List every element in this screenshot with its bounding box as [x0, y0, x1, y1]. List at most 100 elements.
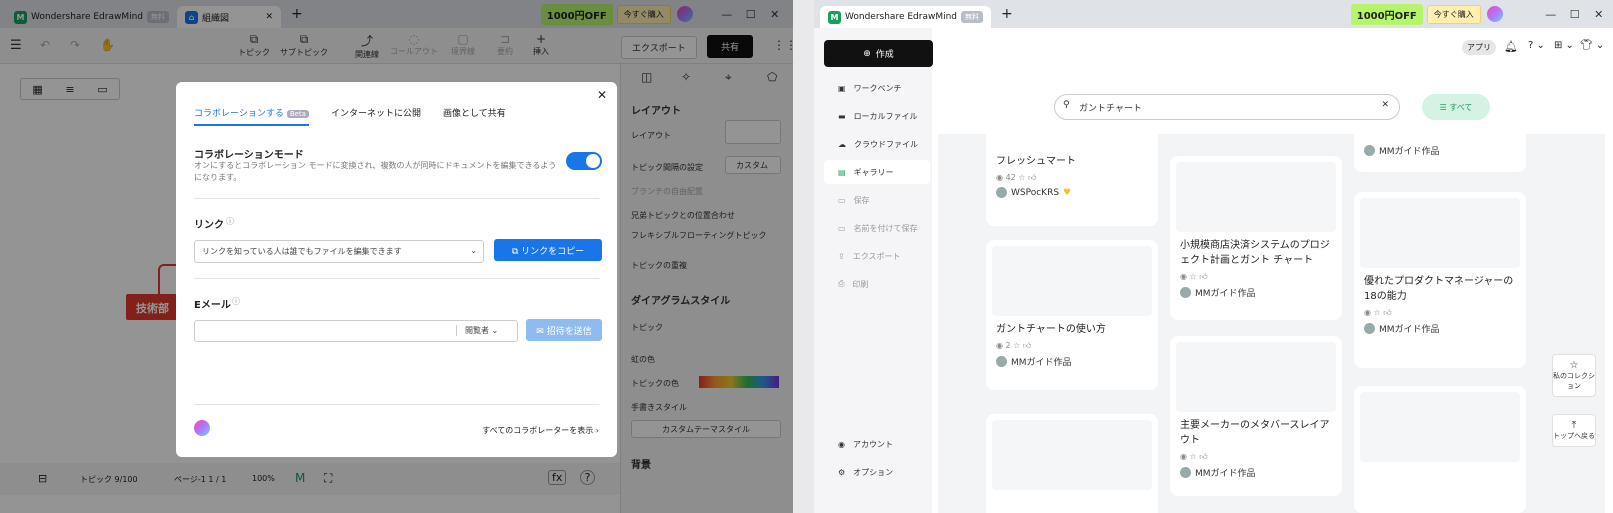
maximize-icon[interactable]: ☐	[1563, 8, 1587, 21]
author-name: MMガイド作品	[1011, 358, 1072, 368]
beta-badge: Beta	[286, 110, 309, 118]
search-input[interactable]: ⚲ ガントチャート ✕	[1054, 94, 1400, 120]
bell-icon[interactable]: 🔔︎	[1504, 40, 1518, 53]
search-value: ガントチャート	[1079, 104, 1142, 114]
email-title: Eメール	[194, 300, 231, 311]
sidebar-item-options[interactable]: ⚙ オプション	[824, 460, 930, 484]
card-thumbnail	[1176, 162, 1336, 232]
create-label: 作成	[875, 50, 894, 60]
new-tab-icon[interactable]: +	[1001, 6, 1013, 22]
save-as-icon: ▭	[838, 223, 846, 233]
sidebar-item-export[interactable]: ⇪ エクスポート	[824, 244, 930, 268]
sidebar-item-save-as[interactable]: ▭ 名前を付けて保存	[824, 216, 930, 240]
sidebar-item-label: アカウント	[852, 439, 893, 449]
collab-toggle[interactable]	[566, 152, 602, 170]
print-icon: ⎙	[838, 279, 845, 288]
show-all-collaborators-link[interactable]: すべてのコラボレーターを表示 ›	[482, 425, 599, 436]
role-value: 閲覧者	[465, 326, 489, 335]
card-author: MMガイド作品	[1364, 144, 1516, 157]
create-button[interactable]: ⊕ 作成	[824, 40, 933, 67]
author-avatar	[996, 356, 1007, 367]
template-card[interactable]	[1354, 386, 1526, 513]
sidebar-item-gallery[interactable]: ▤ ギャラリー	[824, 160, 930, 184]
author-name: MMガイド作品	[1379, 147, 1440, 157]
filter-all-button[interactable]: ☰ すべて	[1422, 94, 1490, 120]
template-card[interactable]	[986, 414, 1158, 513]
apps-button[interactable]: アプリ	[1462, 40, 1496, 55]
back-to-top-label: トップへ戻る	[1553, 432, 1595, 440]
author-name: MMガイド作品	[1379, 325, 1440, 335]
card-title: ガントチャートの使い方	[996, 324, 1106, 335]
card-thumbnail	[1360, 392, 1520, 462]
envelope-icon: ✉	[536, 327, 547, 337]
app-tab[interactable]: M Wondershare EdrawMind 無料	[820, 6, 991, 28]
sidebar-item-workbench[interactable]: ▣ ワークベンチ	[824, 76, 930, 100]
grid-icon[interactable]: ⊞ ⌄	[1554, 40, 1574, 51]
tab-image-share[interactable]: 画像として共有	[443, 106, 506, 126]
my-collection-button[interactable]: ☆ 私のコレクション	[1552, 354, 1596, 397]
sidebar-item-label: エクスポート	[852, 251, 901, 261]
card-title: 主要メーカーのメタバースレイアウト	[1180, 420, 1330, 446]
copy-link-button[interactable]: ⧉ リンクをコピー	[494, 239, 602, 261]
gear-icon: ⚙	[838, 467, 846, 477]
sidebar: ⊕ 作成 ▣ ワークベンチ ▬ ローカルファイル ☁ クラウドファイル ▤ ギャラリー ▭…	[814, 28, 933, 513]
collab-mode-title: コラボレーションモード	[194, 150, 304, 161]
template-card[interactable]: 小規模商店決済システムのプロジェクト計画とガント チャート ◉ ☆ 👍︎ MMガ…	[1170, 156, 1342, 320]
sidebar-item-cloud-files[interactable]: ☁ クラウドファイル	[824, 132, 930, 156]
card-title: 優れたプロダクトマネージャーの18の能力	[1364, 276, 1514, 302]
role-select[interactable]: 閲覧者 ⌄	[456, 325, 498, 336]
card-title: フレッシュマート	[996, 156, 1076, 167]
shirt-icon[interactable]: 👕︎ ⌄	[1580, 40, 1604, 51]
send-invite-button[interactable]: ✉ 招待を送信	[526, 319, 602, 341]
sidebar-item-label: ギャラリー	[853, 167, 894, 177]
buy-now-button[interactable]: 今すぐ購入	[1426, 4, 1481, 24]
plus-circle-icon: ⊕	[863, 48, 871, 59]
link-permission-select[interactable]: リンクを知っている人は誰でもファイルを編集できます ⌄	[194, 240, 484, 263]
template-card[interactable]: ガントチャートの使い方 ◉ 2 ☆ 👍︎ MMガイド作品	[986, 240, 1158, 390]
card-stats: ◉ 42 ☆ 👍︎	[996, 173, 1037, 182]
arrow-up-icon: ⤒	[1571, 420, 1577, 431]
minimize-icon[interactable]: —	[1539, 8, 1563, 21]
close-window-icon[interactable]: ✕	[1587, 8, 1611, 21]
card-author: MMガイド作品	[996, 355, 1148, 368]
template-card[interactable]: 優れたプロダクトマネージャーの18の能力 ◉ ☆ 👍︎ MMガイド作品	[1354, 192, 1526, 368]
card-stats: ◉ ☆ 👍︎	[1180, 272, 1208, 281]
chevron-down-icon: ⌄	[470, 246, 477, 255]
author-avatar	[1364, 323, 1375, 334]
sidebar-item-save[interactable]: ▭ 保存	[824, 188, 930, 212]
author-avatar	[1180, 287, 1191, 298]
help-icon[interactable]: ? ⌄	[1528, 40, 1545, 51]
author-name: WSPocKRS	[1011, 187, 1060, 198]
title-bar: M Wondershare EdrawMind 無料 + 1000円OFF 今す…	[814, 0, 1613, 28]
author-avatar	[996, 187, 1007, 198]
sidebar-item-label: 保存	[853, 195, 870, 205]
author-name: MMガイド作品	[1195, 289, 1256, 299]
gallery-main: ⚲ ガントチャート ✕ ☰ すべて フレッシュマート ◉ 42 ☆ 👍︎ WSPoc…	[938, 76, 1605, 513]
sidebar-item-label: 名前を付けて保存	[853, 223, 918, 233]
export-icon: ⇪	[838, 251, 845, 261]
avatar[interactable]	[1486, 6, 1503, 22]
collab-mode-description: オンにするとコラボレーション モードに変換され、複数の人が同時にドキュメントを編…	[194, 161, 557, 182]
folder-icon: ▬	[838, 111, 846, 121]
search-icon: ⚲	[1063, 100, 1070, 110]
sidebar-item-local-files[interactable]: ▬ ローカルファイル	[824, 104, 930, 128]
card-author: MMガイド作品	[1180, 466, 1332, 479]
tab-publish[interactable]: インターネットに公開	[331, 106, 421, 126]
save-icon: ▭	[838, 195, 846, 205]
copy-icon: ⧉	[511, 247, 522, 257]
back-to-top-button[interactable]: ⤒ トップへ戻る	[1552, 414, 1596, 447]
filter-label: すべて	[1449, 103, 1473, 112]
clear-search-icon[interactable]: ✕	[1381, 100, 1389, 110]
close-dialog-icon[interactable]: ✕	[597, 88, 607, 102]
sidebar-item-print[interactable]: ⎙ 印刷	[824, 272, 930, 296]
template-card[interactable]: 主要メーカーのメタバースレイアウト ◉ ☆ 👍︎ MMガイド作品	[1170, 336, 1342, 496]
tab-collaborate-label: コラボレーションする	[194, 109, 284, 119]
card-title: 小規模商店決済システムのプロジェクト計画とガント チャート	[1180, 240, 1330, 266]
author-name: MMガイド作品	[1195, 469, 1256, 479]
promo-badge[interactable]: 1000円OFF	[1350, 3, 1423, 25]
tab-collaborate[interactable]: コラボレーションする Beta	[194, 106, 309, 126]
card-stats: ◉ ☆ 👍︎	[1180, 452, 1208, 461]
link-title: リンク	[194, 220, 224, 231]
sidebar-item-account[interactable]: ◉ アカウント	[824, 432, 930, 456]
card-author: MMガイド作品	[1364, 322, 1516, 335]
